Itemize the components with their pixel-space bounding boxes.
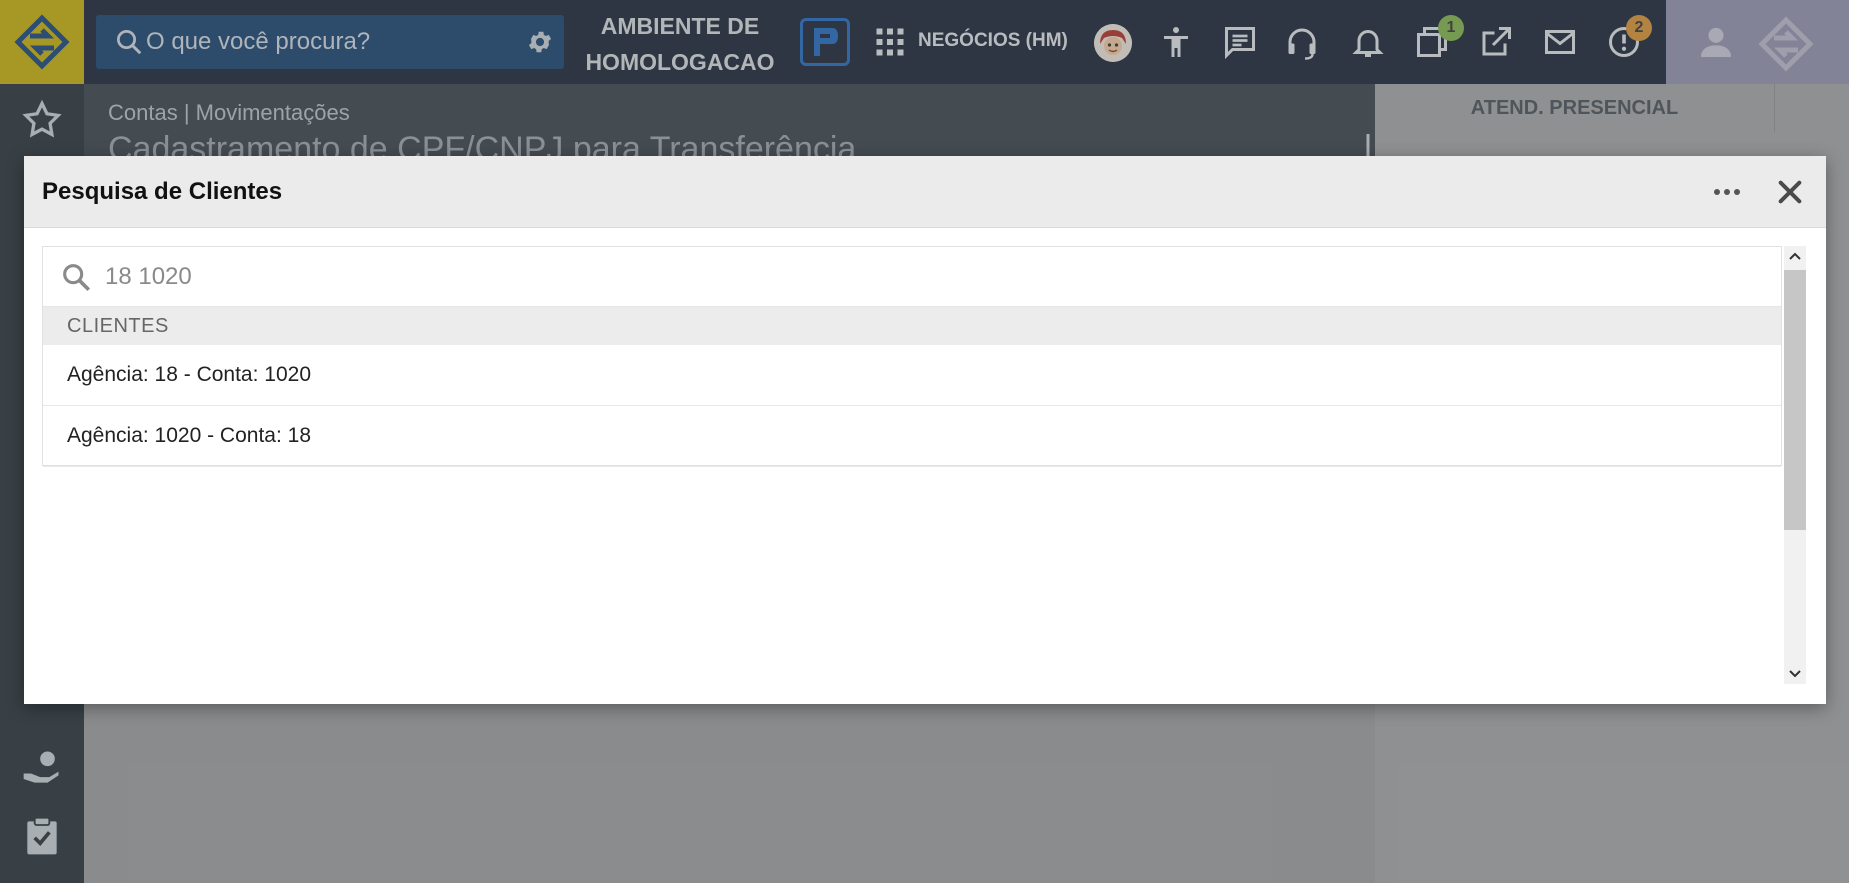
scroll-up-button[interactable]	[1784, 246, 1806, 266]
chevron-down-icon	[1789, 670, 1801, 678]
scroll-thumb[interactable]	[1784, 270, 1806, 530]
scrollbar[interactable]	[1784, 246, 1806, 684]
client-search-input[interactable]	[105, 262, 1605, 291]
customer-search-modal: Pesquisa de Clientes CLIENTES Agência: 1…	[24, 156, 1826, 704]
scroll-down-button[interactable]	[1784, 664, 1806, 684]
modal-title: Pesquisa de Clientes	[42, 178, 283, 205]
chevron-up-icon	[1789, 252, 1801, 260]
close-icon[interactable]	[1776, 178, 1804, 206]
search-results-box: CLIENTES Agência: 18 - Conta: 1020 Agênc…	[42, 246, 1782, 467]
modal-header: Pesquisa de Clientes	[24, 156, 1826, 228]
more-options-icon[interactable]	[1710, 182, 1744, 202]
search-icon	[63, 263, 91, 291]
client-search-row	[43, 247, 1781, 307]
list-item[interactable]: Agência: 18 - Conta: 1020	[43, 345, 1781, 406]
list-item[interactable]: Agência: 1020 - Conta: 18	[43, 406, 1781, 467]
clients-section-header: CLIENTES	[43, 307, 1781, 345]
